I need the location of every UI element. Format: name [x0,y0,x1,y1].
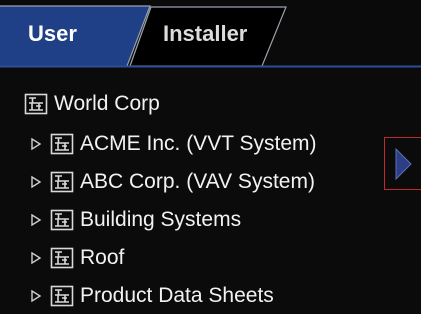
tree-node-acme[interactable]: ACME Inc. (VVT System) [30,128,317,160]
building-tree-icon [50,133,74,155]
building-tree-icon [50,247,74,269]
expand-arrow-icon[interactable] [30,289,42,303]
tree-node-label: ACME Inc. (VVT System) [80,132,317,155]
tree-node-label: Roof [80,246,125,269]
tree-node-product-data-sheets[interactable]: Product Data Sheets [30,280,274,312]
tree-root-node[interactable]: World Corp [24,88,160,120]
expand-arrow-icon[interactable] [30,175,42,189]
tab-installer[interactable]: Installer [163,21,247,47]
tree-node-label: ABC Corp. (VAV System) [80,170,315,193]
expand-arrow-icon[interactable] [30,137,42,151]
building-tree-icon [50,171,74,193]
building-tree-icon [50,209,74,231]
tree-node-label: Product Data Sheets [80,284,274,307]
tree-node-label: Building Systems [80,208,242,231]
tab-user[interactable]: User [28,21,77,47]
expand-panel-button[interactable] [384,137,421,190]
expand-arrow-icon[interactable] [30,213,42,227]
building-tree-icon [50,285,74,307]
tree-node-building-systems[interactable]: Building Systems [30,204,241,236]
tree-node-abc[interactable]: ABC Corp. (VAV System) [30,166,315,198]
expand-arrow-icon[interactable] [30,251,42,265]
tab-bar: User Installer [0,0,421,68]
tree-node-roof[interactable]: Roof [30,242,124,274]
app-window: User Installer World Corp ACME Inc. (VVT… [0,0,421,314]
chevron-right-icon [395,147,412,180]
building-tree-icon [24,93,48,115]
tree-node-label: World Corp [54,92,160,115]
